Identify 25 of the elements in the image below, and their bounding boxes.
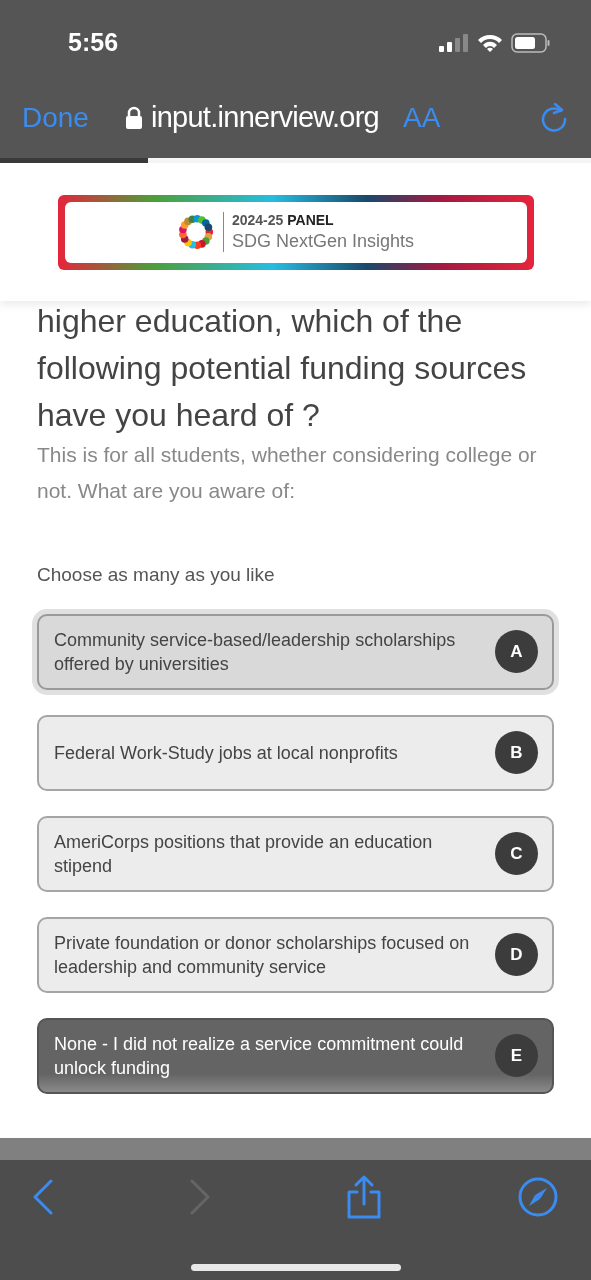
option-key-badge: E [495, 1034, 538, 1077]
battery-icon [511, 32, 551, 54]
banner-title: SDG NextGen Insights [231, 229, 415, 252]
question-description: This is for all students, whether considering college or not. What are you aware of: [37, 442, 538, 504]
url-text[interactable]: input.innerview.org [150, 96, 379, 140]
option-key-badge: A [495, 630, 538, 673]
back-icon[interactable] [32, 1179, 54, 1215]
share-icon[interactable] [346, 1174, 382, 1220]
clock-time: 5:56 [68, 27, 119, 59]
compass-icon[interactable] [517, 1176, 559, 1218]
answer-option[interactable]: None - I did not realize a service commitment could unlock funding E [37, 1017, 554, 1094]
reload-icon[interactable] [539, 101, 569, 135]
signal-icon [439, 33, 469, 53]
sdg-wheel-icon [176, 213, 215, 251]
option-key-badge: D [495, 933, 538, 976]
option-key-badge: B [495, 731, 538, 774]
option-key-badge: C [495, 832, 538, 875]
banner-heading: 2024-25 PANEL [231, 212, 335, 230]
answer-option[interactable]: AmeriCorps positions that provide an education stipend C [37, 815, 554, 892]
answer-option[interactable]: Private foundation or donor scholarships focused on leadership and community service D [37, 916, 554, 993]
wifi-icon [477, 33, 503, 53]
answer-option[interactable]: Federal Work-Study jobs at local nonprofits B [37, 714, 554, 791]
question-title: higher education, which of the following potential funding sources have you heard of ? [37, 302, 528, 435]
instruction-text: Choose as many as you like [37, 563, 276, 587]
lock-icon [124, 106, 143, 130]
